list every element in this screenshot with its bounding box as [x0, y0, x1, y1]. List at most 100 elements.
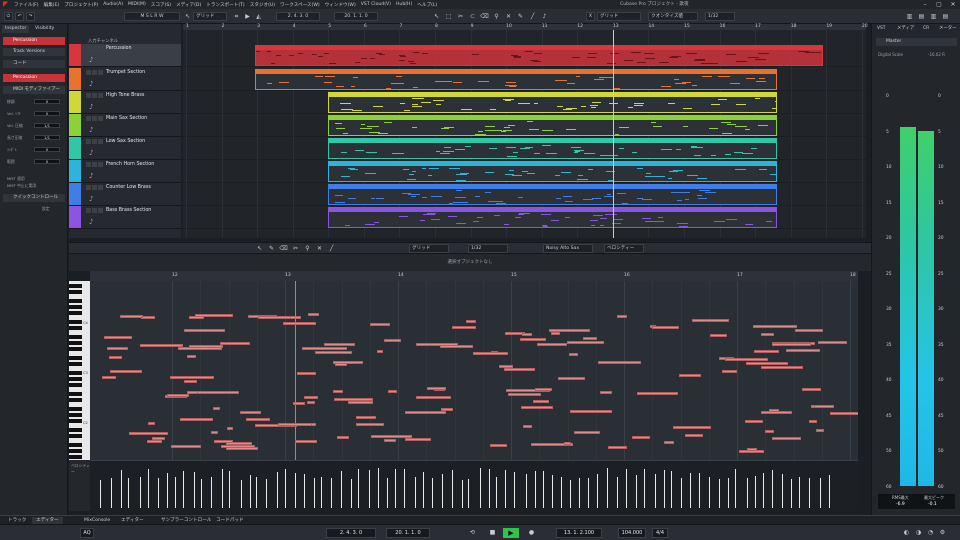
midi-note[interactable]	[710, 334, 728, 338]
midi-note[interactable]	[761, 365, 804, 369]
editor-zoom-icon[interactable]: ⚲	[303, 244, 312, 253]
velocity-bar[interactable]	[504, 469, 506, 508]
snap-icon[interactable]: ⌗	[232, 12, 241, 21]
range-tool-icon[interactable]: ⬚	[444, 12, 453, 21]
inspector-section-quick-controls[interactable]: クイックコントロール	[3, 194, 65, 202]
velocity-bar[interactable]	[148, 469, 150, 508]
editor-erase-icon[interactable]: ⌫	[279, 244, 288, 253]
black-key[interactable]	[69, 290, 82, 294]
midi-note[interactable]	[761, 332, 774, 336]
velocity-bar[interactable]	[431, 477, 433, 508]
midi-part[interactable]	[328, 184, 777, 205]
midi-note[interactable]	[533, 399, 549, 403]
menu-item[interactable]: プロジェクト(P)	[64, 2, 98, 8]
quantize-value-select[interactable]: 1/32	[705, 12, 735, 21]
track-header[interactable]: French Horn Section ♪	[69, 160, 181, 183]
editor-mute-icon[interactable]: ✕	[315, 244, 324, 253]
track-buttons[interactable]	[86, 46, 104, 51]
track-buttons[interactable]	[86, 139, 104, 144]
track-color-strip[interactable]	[69, 91, 81, 113]
tab-sampler-control[interactable]: サンプラーコントロール	[157, 517, 215, 524]
left-locator[interactable]: 2. 4. 3. 0	[326, 528, 376, 538]
modifier-value-field[interactable]: 1/1	[34, 123, 60, 128]
metronome-icon[interactable]: ◭	[254, 12, 263, 21]
midi-note[interactable]	[472, 352, 508, 356]
midi-note[interactable]	[334, 362, 348, 366]
settings-gear-icon[interactable]: ⚙	[938, 528, 947, 537]
midi-note[interactable]	[292, 402, 306, 406]
midi-note[interactable]	[582, 336, 597, 340]
velocity-bar[interactable]	[368, 470, 370, 508]
instrument-select[interactable]: Noisy Alto Sax	[543, 244, 593, 253]
velocity-bar[interactable]	[616, 476, 618, 508]
midi-note[interactable]	[504, 368, 535, 372]
velocity-bar[interactable]	[250, 474, 252, 508]
redo-button[interactable]: ↷	[26, 12, 35, 21]
velocity-bar[interactable]	[654, 474, 656, 508]
track-buttons[interactable]	[86, 116, 104, 121]
midi-note[interactable]	[212, 407, 221, 411]
menu-item[interactable]: VST Cloud(V)	[361, 2, 391, 8]
velocity-bar[interactable]	[265, 478, 267, 508]
velocity-bar[interactable]	[542, 470, 544, 508]
black-key[interactable]	[69, 362, 82, 366]
midi-part[interactable]	[255, 69, 777, 90]
midi-note[interactable]	[315, 350, 352, 354]
velocity-bar[interactable]	[256, 476, 258, 508]
velocity-bar[interactable]	[579, 478, 581, 508]
midi-note[interactable]	[752, 324, 797, 328]
track-header[interactable]: Counter Low Brass ♪	[69, 183, 181, 206]
maximize-icon[interactable]: ▢	[932, 0, 946, 9]
mute-button[interactable]	[86, 46, 91, 51]
velocity-bar[interactable]	[128, 477, 130, 508]
velocity-bar[interactable]	[403, 468, 405, 508]
black-key[interactable]	[69, 347, 82, 351]
midi-note[interactable]	[785, 349, 820, 353]
velocity-bar[interactable]	[229, 470, 231, 508]
midi-note[interactable]	[489, 443, 508, 447]
piano-keyboard[interactable]: C4 C3 C2	[69, 281, 90, 460]
midi-note[interactable]	[569, 353, 578, 357]
midi-note[interactable]	[140, 344, 184, 348]
velocity-bar[interactable]	[157, 478, 159, 508]
black-key[interactable]	[69, 383, 82, 387]
track-color-strip[interactable]	[69, 44, 81, 66]
midi-part[interactable]	[328, 92, 777, 113]
track-header[interactable]: Low Sax Section ♪	[69, 137, 181, 160]
track-header[interactable]: Percussion ♪	[69, 44, 181, 67]
midi-note[interactable]	[570, 410, 612, 414]
editor-quantize-select[interactable]: 1/32	[468, 244, 508, 253]
midi-note[interactable]	[333, 389, 344, 393]
midi-note[interactable]	[371, 434, 413, 438]
mute-all-icon[interactable]: ◔	[926, 528, 935, 537]
glue-tool-icon[interactable]: ⊂	[468, 12, 477, 21]
velocity-bar[interactable]	[201, 478, 203, 508]
track-color-strip[interactable]	[69, 137, 81, 159]
mute-button[interactable]	[86, 93, 91, 98]
midi-note[interactable]	[129, 431, 169, 435]
midi-note[interactable]	[110, 370, 142, 374]
tab-editor[interactable]: エディター	[32, 517, 63, 524]
velocity-bar[interactable]	[782, 473, 784, 508]
input-monitor-icon[interactable]: ◐	[902, 528, 911, 537]
menu-item[interactable]: MIDI(M)	[128, 2, 146, 8]
velocity-bar[interactable]	[415, 476, 417, 508]
record-enable-button[interactable]	[98, 139, 103, 144]
midi-note[interactable]	[167, 394, 189, 398]
velocity-bar[interactable]	[285, 469, 287, 508]
erase-tool-icon[interactable]: ⌫	[480, 12, 489, 21]
midi-note[interactable]	[567, 340, 605, 344]
velocity-bar[interactable]	[221, 468, 223, 508]
menu-item[interactable]: スタジオ(U)	[250, 2, 275, 8]
activate-project-button[interactable]: ⏻	[4, 12, 13, 21]
midi-note[interactable]	[107, 347, 129, 351]
midi-note[interactable]	[663, 440, 675, 444]
velocity-bar[interactable]	[357, 469, 359, 508]
tab-vsti[interactable]: VST	[874, 25, 888, 33]
cycle-icon[interactable]: ⟲	[468, 528, 477, 537]
midi-note[interactable]	[221, 444, 256, 448]
menu-item[interactable]: ヘルプ(L)	[417, 2, 437, 8]
record-enable-button[interactable]	[98, 185, 103, 190]
tab-editor-2[interactable]: エディター	[117, 517, 148, 524]
velocity-bar[interactable]	[496, 476, 498, 508]
